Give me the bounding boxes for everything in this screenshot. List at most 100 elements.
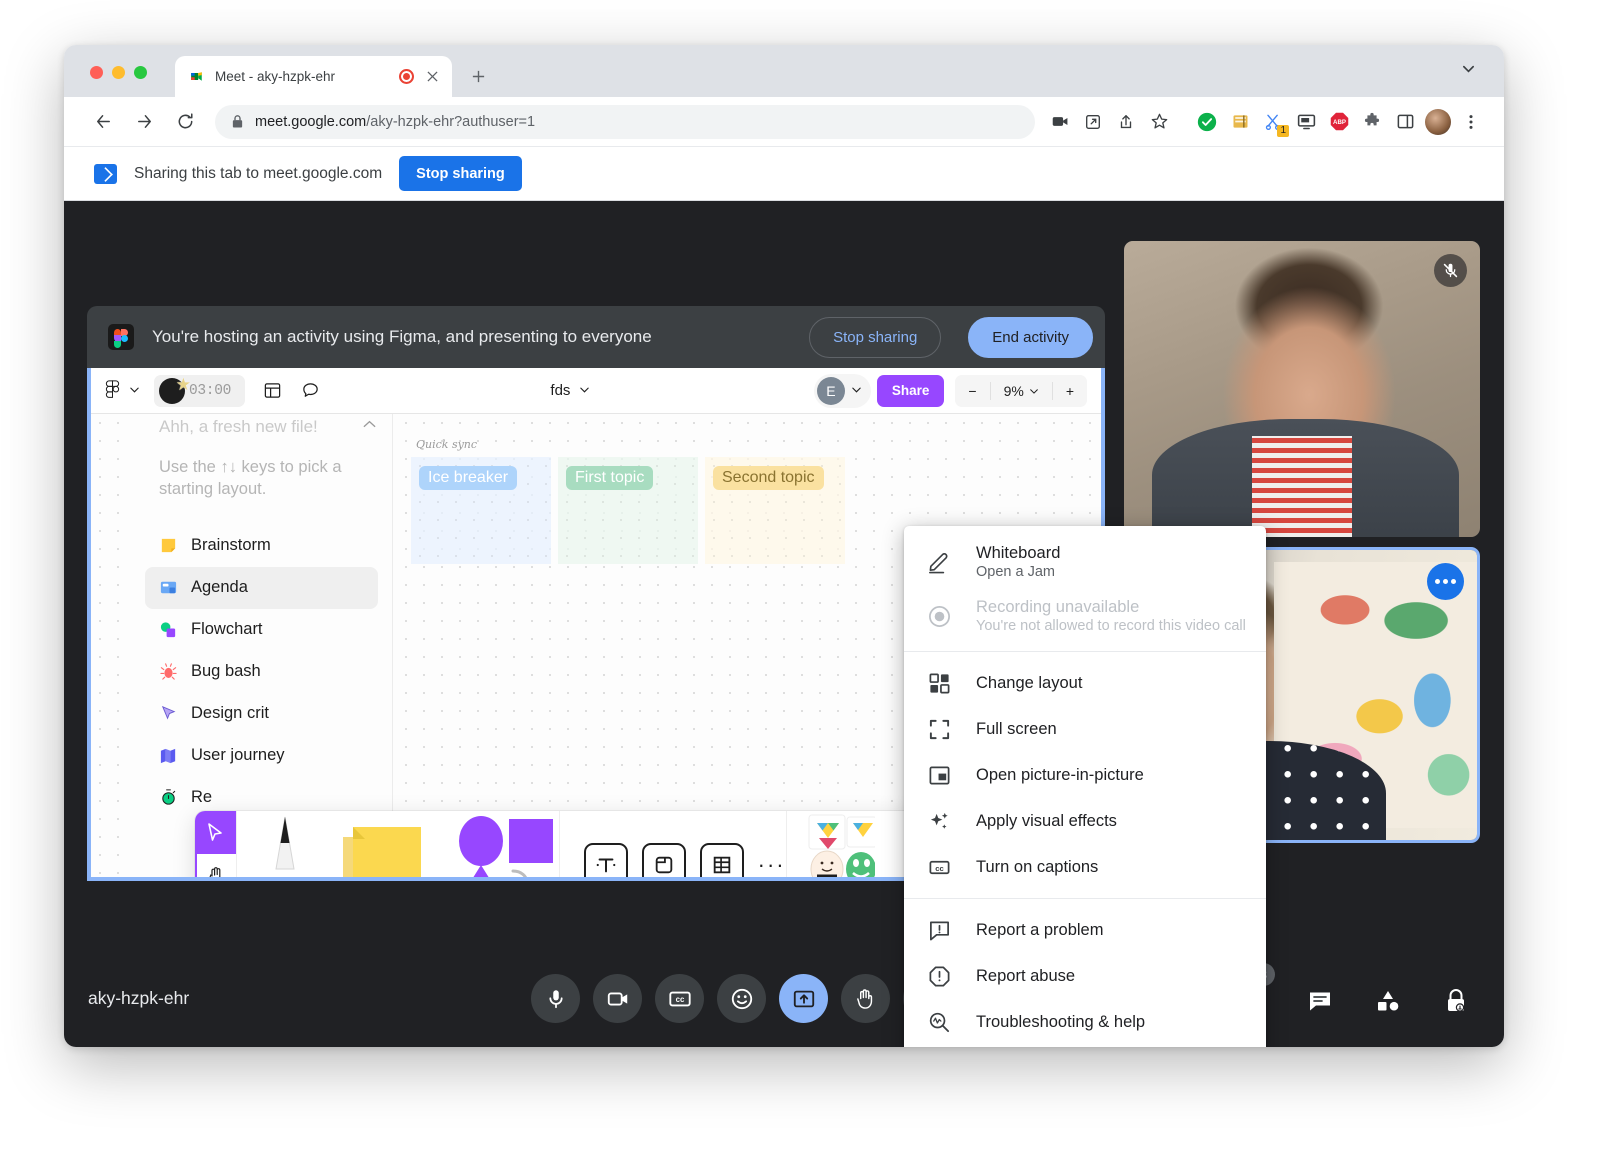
- svg-text:cc: cc: [935, 863, 944, 872]
- layout-item-label: Bug bash: [191, 662, 261, 681]
- close-window-button[interactable]: [90, 66, 103, 79]
- extension-screen-icon[interactable]: [1291, 107, 1321, 137]
- chrome-menu-icon[interactable]: [1456, 107, 1486, 137]
- reload-button[interactable]: [168, 105, 202, 139]
- meet-app: You're hosting an activity using Figma, …: [64, 201, 1504, 1047]
- menu-item-turn-on-captions[interactable]: cc Turn on captions: [904, 844, 1266, 890]
- frame-label: First topic: [566, 466, 653, 490]
- minimize-window-button[interactable]: [112, 66, 125, 79]
- figma-stickers-group[interactable]: 5:00: [786, 811, 923, 881]
- meet-options-menu: Whiteboard Open a Jam Recording unavaila…: [904, 526, 1266, 1047]
- more-options-icon[interactable]: [1427, 563, 1464, 600]
- chevron-up-icon[interactable]: [361, 416, 378, 438]
- layout-hint-text: Use the ↑↓ keys to pick a starting layou…: [145, 438, 378, 501]
- layout-item-user-journey[interactable]: User journey: [145, 735, 378, 777]
- tab-recording-icon[interactable]: [399, 69, 414, 84]
- layout-item-design-crit[interactable]: Design crit: [145, 693, 378, 735]
- extension-reading-list-icon[interactable]: [1225, 107, 1255, 137]
- agenda-card-icon: [159, 578, 178, 597]
- end-activity-button[interactable]: End activity: [968, 317, 1093, 358]
- sticky-notes-icon[interactable]: [329, 811, 429, 881]
- banner-stop-sharing-button[interactable]: Stop sharing: [809, 317, 941, 358]
- open-in-new-icon[interactable]: [1078, 107, 1108, 137]
- figma-logo-icon: [108, 324, 134, 350]
- captions-button[interactable]: cc: [655, 974, 704, 1023]
- host-controls-button[interactable]: [1434, 979, 1478, 1023]
- layout-item-agenda[interactable]: Agenda: [145, 567, 378, 609]
- layout-item-bug-bash[interactable]: Bug bash: [145, 651, 378, 693]
- menu-item-sublabel: You're not allowed to record this video …: [976, 618, 1246, 634]
- address-bar[interactable]: meet.google.com/aky-hzpk-ehr?authuser=1: [215, 105, 1035, 139]
- side-panel-icon[interactable]: [1390, 107, 1420, 137]
- closed-captions-icon: cc: [926, 856, 952, 879]
- chevron-down-icon: [851, 382, 862, 400]
- layout-panel-icon[interactable]: [255, 375, 289, 407]
- close-icon[interactable]: [423, 67, 442, 86]
- present-button[interactable]: [779, 974, 828, 1023]
- back-button[interactable]: [86, 105, 120, 139]
- chevron-down-icon[interactable]: [1461, 61, 1476, 81]
- menu-item-change-layout[interactable]: Change layout: [904, 660, 1266, 706]
- figma-timer[interactable]: ★ 03:00: [154, 375, 245, 407]
- share-icon[interactable]: [1111, 107, 1141, 137]
- svg-text:ABP: ABP: [1333, 119, 1346, 126]
- menu-item-visual-effects[interactable]: Apply visual effects: [904, 798, 1266, 844]
- hand-tool-icon[interactable]: [195, 854, 236, 881]
- extension-checkmark-icon[interactable]: [1192, 107, 1222, 137]
- participant-tile-1[interactable]: [1124, 241, 1480, 537]
- bookmark-star-icon[interactable]: [1144, 107, 1174, 137]
- menu-item-full-screen[interactable]: Full screen: [904, 706, 1266, 752]
- raise-hand-button[interactable]: [841, 974, 890, 1023]
- extension-adblock-icon[interactable]: ABP: [1324, 107, 1354, 137]
- activities-button[interactable]: [1366, 979, 1410, 1023]
- reactions-button[interactable]: [717, 974, 766, 1023]
- zoom-in-button[interactable]: +: [1053, 375, 1087, 407]
- timer-value: 03:00: [189, 383, 231, 399]
- menu-item-label: Apply visual effects: [976, 812, 1117, 831]
- shapes-icon[interactable]: [451, 811, 559, 881]
- figma-share-button[interactable]: Share: [877, 375, 945, 407]
- pen-marker-icon[interactable]: [263, 811, 307, 881]
- map-icon: [159, 746, 178, 765]
- zoom-out-button[interactable]: −: [955, 375, 989, 407]
- menu-item-report-problem[interactable]: Report a problem: [904, 907, 1266, 953]
- extension-scissors-icon[interactable]: 1: [1258, 107, 1288, 137]
- section-tool-icon[interactable]: [642, 843, 686, 881]
- board-frame-ice-breaker[interactable]: Ice breaker: [411, 457, 551, 564]
- zoom-level-button[interactable]: 9%: [991, 375, 1052, 407]
- stickers-icon[interactable]: 5:00: [803, 813, 875, 882]
- extensions-puzzle-icon[interactable]: [1357, 107, 1387, 137]
- board-frame-first-topic[interactable]: First topic: [558, 457, 698, 564]
- forward-button[interactable]: [127, 105, 161, 139]
- text-tool-icon[interactable]: [584, 843, 628, 881]
- layout-item-brainstorm[interactable]: Brainstorm: [145, 525, 378, 567]
- more-horizontal-icon[interactable]: ···: [758, 852, 786, 878]
- figma-collaborators[interactable]: E: [814, 374, 871, 408]
- menu-item-settings[interactable]: Settings: [904, 1045, 1266, 1047]
- tab-strip: Meet - aky-hzpk-ehr: [64, 45, 1504, 97]
- menu-separator: [904, 651, 1266, 652]
- table-tool-icon[interactable]: [700, 843, 744, 881]
- new-tab-button[interactable]: [463, 61, 493, 91]
- cursor-select-icon[interactable]: [195, 811, 236, 854]
- menu-item-report-abuse[interactable]: Report abuse: [904, 953, 1266, 999]
- layout-item-flowchart[interactable]: Flowchart: [145, 609, 378, 651]
- figma-main-menu[interactable]: [105, 380, 150, 402]
- stopwatch-icon: [159, 788, 178, 807]
- browser-tab[interactable]: Meet - aky-hzpk-ehr: [175, 56, 452, 97]
- figma-insert-tools: ···: [559, 811, 786, 881]
- omnibox-action-icons: 1 ABP: [1045, 107, 1486, 137]
- microphone-button[interactable]: [531, 974, 580, 1023]
- menu-item-whiteboard[interactable]: Whiteboard Open a Jam: [904, 535, 1266, 589]
- board-frame-second-topic[interactable]: Second topic: [705, 457, 845, 564]
- chat-button[interactable]: [1298, 979, 1342, 1023]
- menu-item-troubleshooting[interactable]: Troubleshooting & help: [904, 999, 1266, 1045]
- stop-sharing-button[interactable]: Stop sharing: [399, 156, 522, 191]
- comment-bubble-icon[interactable]: [293, 375, 327, 407]
- figma-file-name[interactable]: fds: [331, 382, 810, 399]
- video-call-icon[interactable]: [1045, 107, 1075, 137]
- camera-button[interactable]: [593, 974, 642, 1023]
- profile-avatar-icon[interactable]: [1423, 107, 1453, 137]
- maximize-window-button[interactable]: [134, 66, 147, 79]
- menu-item-picture-in-picture[interactable]: Open picture-in-picture: [904, 752, 1266, 798]
